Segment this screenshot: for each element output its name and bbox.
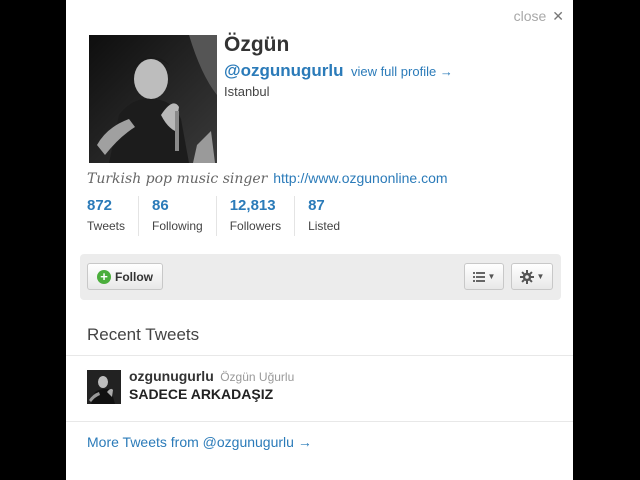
follow-label: Follow <box>115 269 153 284</box>
follow-button[interactable]: + Follow <box>87 263 163 290</box>
stat-value: 872 <box>87 197 113 214</box>
stat-value: 86 <box>152 197 169 214</box>
close-icon: ✕ <box>552 8 564 24</box>
profile-avatar[interactable] <box>89 35 217 163</box>
profile-stats: 872 Tweets 86 Following 12,813 Followers… <box>87 196 353 236</box>
recent-tweets-title: Recent Tweets <box>87 325 200 344</box>
stat-listed[interactable]: 87 Listed <box>295 196 353 236</box>
tweet-avatar[interactable] <box>87 370 121 404</box>
view-full-profile-link[interactable]: view full profile → <box>351 64 453 79</box>
profile-popup: close ✕ Özgün @ozgunugurlu view full prof… <box>66 0 573 480</box>
stat-value: 87 <box>308 197 325 214</box>
tweet-username[interactable]: ozgunugurlu <box>129 368 214 384</box>
stat-following[interactable]: 86 Following <box>139 196 217 236</box>
chevron-down-icon: ▼ <box>536 272 545 281</box>
close-button[interactable]: close ✕ <box>514 8 564 25</box>
tweet-fullname: Özgün Uğurlu <box>220 370 295 384</box>
tweet-header: ozgunugurlu Özgün Uğurlu <box>129 368 294 386</box>
stat-followers[interactable]: 12,813 Followers <box>217 196 296 236</box>
stat-value: 12,813 <box>229 197 276 214</box>
profile-bio: Turkish pop music singer http://www.ozgu… <box>87 170 448 187</box>
action-bar: + Follow ▼ ▼ <box>80 254 561 300</box>
stat-label: Listed <box>308 219 341 233</box>
stat-tweets[interactable]: 872 Tweets <box>87 196 140 236</box>
profile-name: Özgün <box>224 33 290 56</box>
stat-label: Followers <box>229 219 282 233</box>
more-tweets-link[interactable]: More Tweets from @ozgunugurlu → <box>87 434 312 450</box>
stat-label: Following <box>152 219 203 233</box>
profile-url-link[interactable]: http://www.ozgunonline.com <box>273 170 447 186</box>
divider <box>66 355 573 356</box>
divider <box>66 421 573 422</box>
screen-name-link[interactable]: @ozgunugurlu <box>224 61 344 80</box>
bio-text: Turkish pop music singer <box>87 171 268 187</box>
chevron-down-icon: ▼ <box>487 272 496 281</box>
list-menu-button[interactable]: ▼ <box>464 263 504 290</box>
tweet-text: SADECE ARKADAŞIZ <box>129 386 274 402</box>
profile-location: Istanbul <box>224 84 270 99</box>
screen-name-line: @ozgunugurlu view full profile → <box>224 61 453 81</box>
close-label: close <box>513 8 547 24</box>
plus-circle-icon: + <box>97 269 111 284</box>
gear-icon <box>519 269 534 284</box>
stat-label: Tweets <box>87 219 126 233</box>
gear-menu-button[interactable]: ▼ <box>511 263 553 290</box>
list-icon <box>472 271 485 282</box>
